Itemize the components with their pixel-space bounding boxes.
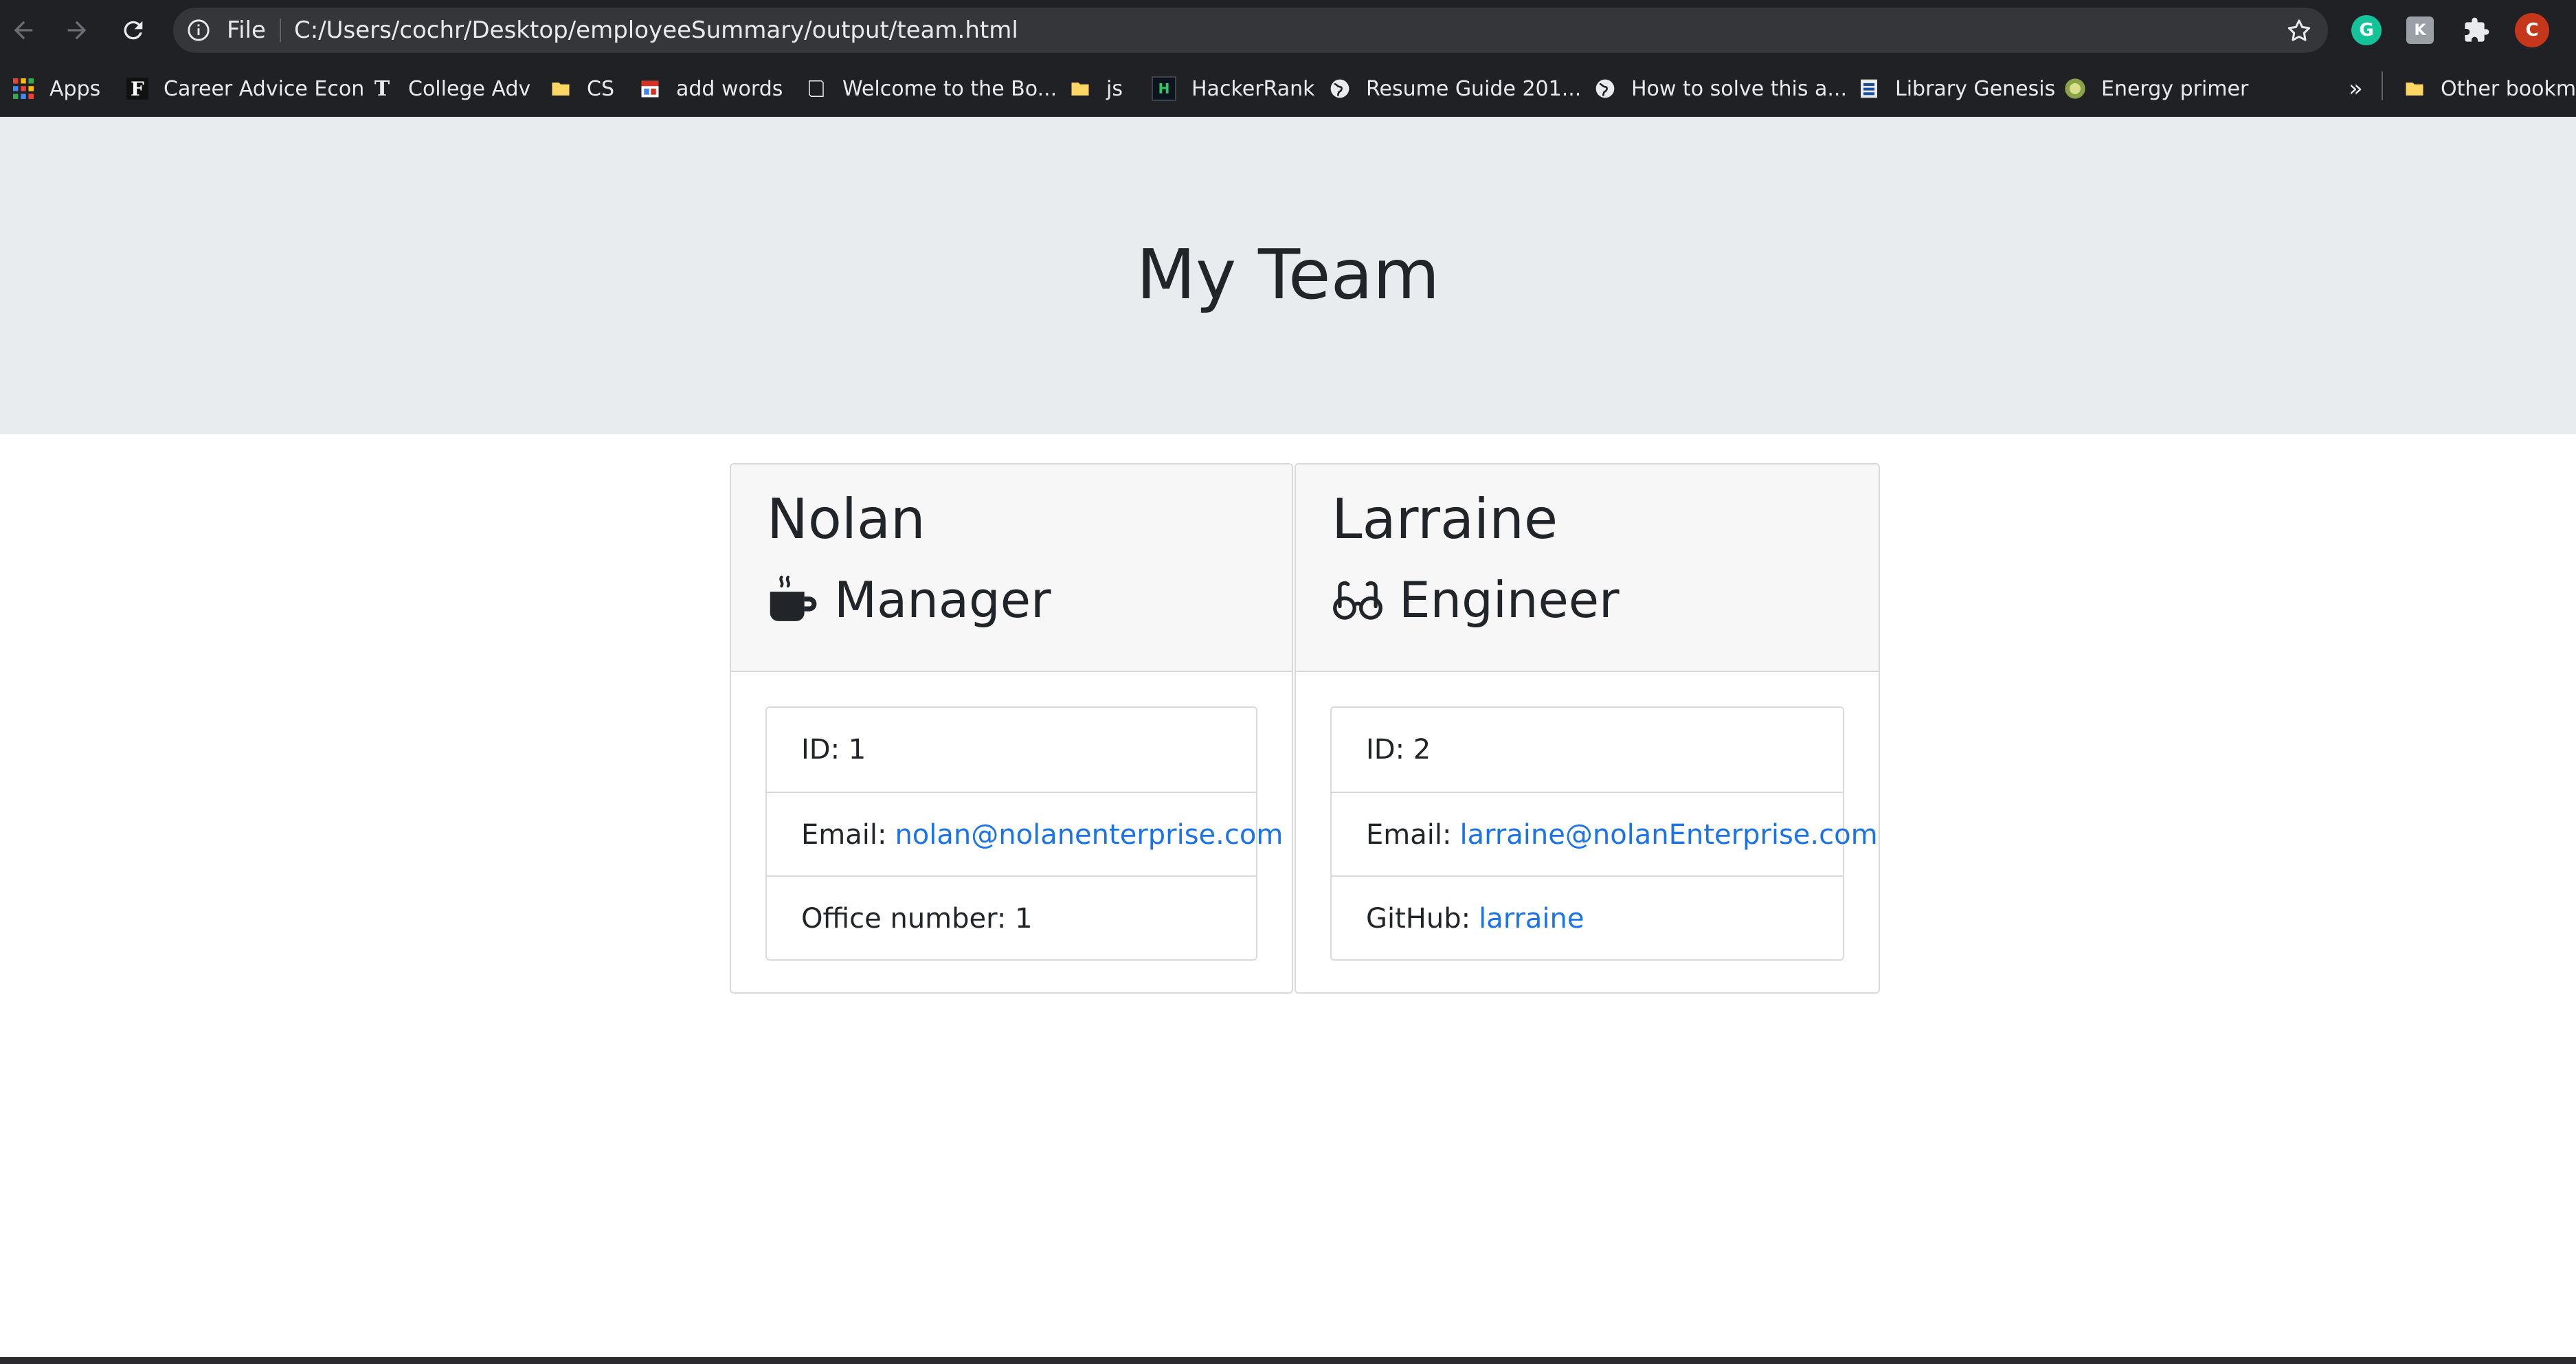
grammarly-extension-icon[interactable]: G [2351, 15, 2382, 45]
bookmark-welcome[interactable]: Welcome to the Bo... [805, 60, 1057, 117]
github-row: GitHub: larraine [1332, 875, 1843, 961]
bookmark-career-advice[interactable]: F Career Advice Econ [126, 60, 364, 117]
coffee-mug-icon [770, 575, 817, 621]
bookmark-resume-guide[interactable]: Resume Guide 201... [1329, 60, 1581, 117]
office-number: Office number: 1 [767, 875, 1256, 961]
email-link[interactable]: nolan@nolanenterprise.com [895, 819, 1283, 851]
folder-icon [1069, 78, 1091, 100]
employee-email-row: Email: larraine@nolanEnterprise.com [1332, 792, 1878, 877]
globe-icon [1329, 78, 1351, 100]
bookmark-label: HackerRank [1191, 76, 1315, 101]
hackerrank-icon: H [1152, 76, 1176, 101]
bookmark-label: College Adv [408, 76, 531, 101]
url-text[interactable]: C:/Users/cochr/Desktop/employeeSummary/o… [294, 16, 1018, 44]
email-link[interactable]: larraine@nolanEnterprise.com [1459, 819, 1877, 851]
bookmark-apps[interactable]: Apps [12, 60, 100, 117]
employee-name: Nolan [767, 487, 926, 551]
forward-arrow-icon [67, 21, 87, 40]
bookmark-label: How to solve this a... [1631, 76, 1847, 101]
bookmark-library-genesis[interactable]: Library Genesis [1858, 60, 2055, 117]
taskbar-edge [0, 1357, 2576, 1364]
bookmark-add-words[interactable]: add words [639, 60, 783, 117]
library-icon [1858, 78, 1880, 100]
globe-icon [1594, 78, 1616, 100]
bookmark-hackerrank[interactable]: H HackerRank [1152, 60, 1315, 117]
email-label: Email: [801, 819, 887, 851]
bookmark-how-to-solve[interactable]: How to solve this a... [1594, 60, 1847, 117]
github-link[interactable]: larraine [1479, 903, 1584, 935]
employee-id: ID: 1 [801, 734, 866, 765]
page-title: My Team [1136, 234, 1440, 315]
employee-details-list: ID: 2 Email: larraine@nolanEnterprise.co… [1330, 706, 1878, 961]
bookmark-label: Other bookmarks [2441, 76, 2576, 101]
reload-icon [124, 21, 143, 40]
extensions-puzzle-icon[interactable] [2461, 15, 2491, 45]
info-icon [188, 19, 210, 41]
f-logo-icon: F [126, 78, 148, 100]
role-label: Engineer [1399, 571, 1620, 629]
employee-name: Larraine [1332, 487, 1558, 551]
folder-icon [550, 78, 572, 100]
bookmark-star-icon[interactable] [2285, 17, 2313, 45]
extension-k-icon[interactable]: K [2406, 16, 2434, 44]
glasses-icon [1333, 581, 1382, 620]
bookmark-label: js [1106, 76, 1123, 101]
employee-card-manager: Nolan Manager ID: 1 Email: nolan@nolanen… [730, 463, 1293, 994]
employee-role: Manager [767, 569, 1051, 631]
employee-role: Engineer [1332, 569, 1620, 631]
bookmarks-bar: Apps F Career Advice Econ T College Adv … [0, 60, 2576, 117]
bookmark-label: Energy primer [2101, 76, 2249, 101]
role-label: Manager [834, 571, 1051, 629]
nyt-logo-icon: T [374, 76, 390, 101]
employee-id: ID: 2 [1366, 734, 1431, 765]
address-bar[interactable]: File C:/Users/cochr/Desktop/employeeSumm… [173, 8, 2328, 53]
card-header: Nolan Manager [731, 465, 1292, 672]
employee-card-engineer: Larraine Engineer ID: 2 Email: larraine@… [1295, 463, 1880, 994]
bookmark-js[interactable]: js [1069, 60, 1123, 117]
email-label: Email: [1366, 819, 1452, 851]
bookmark-energy-primer[interactable]: Energy primer [2064, 60, 2248, 117]
card-header: Larraine Engineer [1296, 465, 1879, 672]
back-arrow-icon [14, 21, 33, 40]
bookmarks-separator [2382, 71, 2383, 100]
profile-avatar[interactable]: C [2515, 13, 2549, 47]
back-button[interactable] [3, 10, 44, 51]
bookmark-label: CS [587, 76, 614, 101]
bookmark-label: Apps [49, 76, 101, 101]
bookmarks-overflow-button[interactable]: » [2349, 60, 2363, 117]
bookmark-cs[interactable]: CS [550, 60, 614, 117]
omnibox-divider [280, 19, 281, 42]
bookmark-label: add words [676, 76, 783, 101]
calendar-icon [639, 78, 661, 100]
header-banner: My Team [0, 117, 2576, 434]
bookmark-label: Resume Guide 201... [1366, 76, 1582, 101]
bookmark-label: Career Advice Econ [164, 76, 365, 101]
employee-email-row: Email: nolan@nolanenterprise.com [767, 792, 1283, 877]
forward-button[interactable] [56, 10, 98, 51]
reload-button[interactable] [113, 10, 154, 51]
employee-details-list: ID: 1 Email: nolan@nolanenterprise.com O… [765, 706, 1283, 961]
folder-icon [2404, 78, 2426, 100]
puzzle-icon [2465, 17, 2489, 42]
github-label: GitHub: [1366, 903, 1471, 935]
bookmark-college-adv[interactable]: T College Adv [371, 60, 530, 117]
bookmark-other-bookmarks[interactable]: Other bookmarks [2404, 60, 2576, 117]
bookmark-label: Welcome to the Bo... [842, 76, 1057, 101]
url-scheme-label: File [227, 16, 266, 44]
book-icon [805, 78, 827, 100]
apps-grid-icon [12, 78, 34, 100]
bookmark-label: Library Genesis [1895, 76, 2056, 101]
browser-toolbar: File C:/Users/cochr/Desktop/employeeSumm… [0, 0, 2576, 60]
energy-icon [2064, 78, 2086, 100]
